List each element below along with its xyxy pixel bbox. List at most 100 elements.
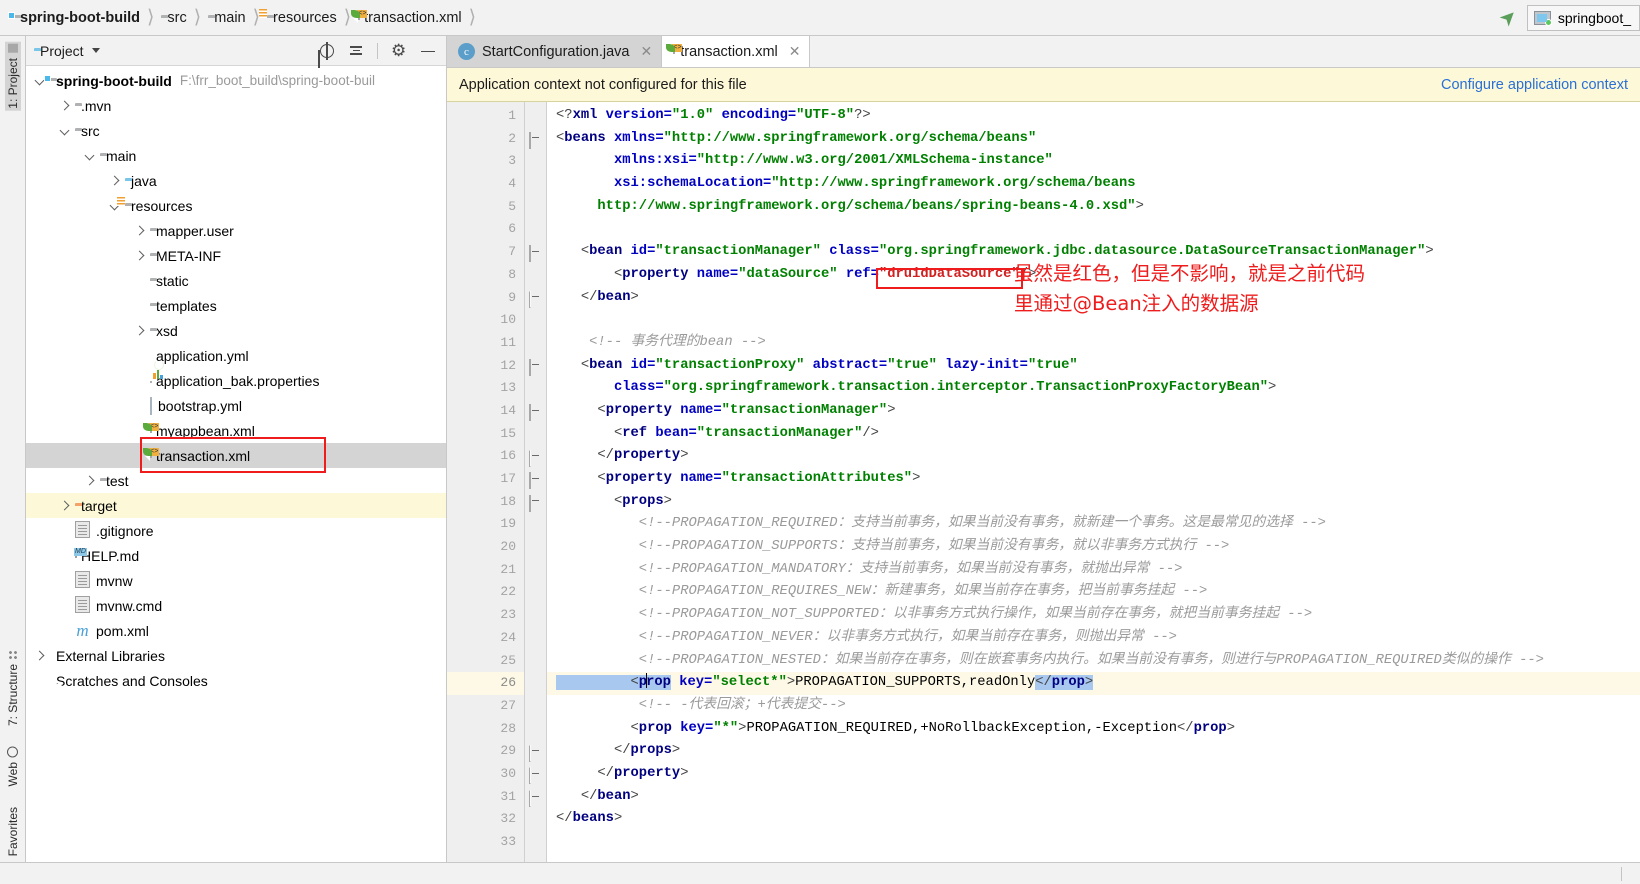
tree-node-scratches-and-consoles[interactable]: Scratches and Consoles [26, 668, 446, 693]
code-line[interactable]: <!--PROPAGATION_REQUIRES_NEW：新建事务，如果当前存在… [547, 581, 1640, 604]
fold-end-marker-icon[interactable] [529, 290, 541, 308]
code-line[interactable]: <!-- -代表回滚；+代表提交--> [547, 695, 1640, 718]
code-line[interactable]: <prop key="*">PROPAGATION_REQUIRED,+NoRo… [547, 718, 1640, 741]
code-line[interactable]: </beans> [547, 808, 1640, 831]
hide-icon[interactable] [420, 43, 436, 59]
code-line[interactable]: <!--PROPAGATION_REQUIRED：支持当前事务，如果当前没有事务… [547, 513, 1640, 536]
fold-toggle-icon[interactable] [529, 358, 541, 376]
code-line[interactable]: <property name="transactionManager"> [547, 400, 1640, 423]
expand-chevron-icon[interactable] [82, 475, 96, 486]
tree-node-transaction-xml[interactable]: <> transaction.xml [26, 443, 446, 468]
sidebar-item-web[interactable]: Web [5, 744, 21, 788]
code-line[interactable]: <!--PROPAGATION_MANDATORY：支持当前事务，如果当前没有事… [547, 559, 1640, 582]
tree-node-target[interactable]: target [26, 493, 446, 518]
expand-chevron-icon[interactable] [57, 500, 71, 511]
intention-bulb-icon[interactable] [528, 677, 543, 692]
tree-node-application-bak-properties[interactable]: application_bak.properties [26, 368, 446, 393]
code-line[interactable]: <ref bean="transactionManager"/> [547, 423, 1640, 446]
tree-node-mvnw[interactable]: mvnw [26, 568, 446, 593]
expand-chevron-icon[interactable] [132, 225, 146, 236]
tree-node-resources[interactable]: resources [26, 193, 446, 218]
line-number-gutter[interactable]: 1 2 3 4 5 6 7 8 9 10 11 12 13 14 15 16 17 18 19 20 21 22 23 24 2… [447, 102, 525, 862]
sidebar-item-structure[interactable]: 7: Structure [5, 648, 21, 728]
tree-node-java[interactable]: java [26, 168, 446, 193]
expand-chevron-icon[interactable] [107, 175, 121, 186]
code-line[interactable]: </property> [547, 763, 1640, 786]
tab-transaction-xml[interactable]: <> transaction.xml ✕ [662, 36, 811, 67]
close-icon[interactable]: ✕ [789, 43, 801, 60]
fold-toggle-icon[interactable] [529, 494, 541, 512]
close-icon[interactable]: ✕ [641, 43, 653, 60]
code-line[interactable]: <beans xmlns="http://www.springframework… [547, 128, 1640, 151]
fold-end-marker-icon[interactable] [529, 744, 541, 762]
code-line[interactable]: <!-- 事务代理的bean --> [547, 332, 1640, 355]
project-tree[interactable]: spring-boot-build F:\frr_boot_build\sprin… [26, 66, 446, 862]
code-line[interactable]: <!--PROPAGATION_SUPPORTS：支持当前事务，如果当前没有事务… [547, 536, 1640, 559]
tree-node-meta-inf[interactable]: META-INF [26, 243, 446, 268]
expand-chevron-icon[interactable] [132, 250, 146, 261]
breadcrumb-item-project[interactable]: spring-boot-build [8, 10, 142, 26]
code-line[interactable] [547, 218, 1640, 241]
code-line[interactable]: <property name="transactionAttributes"> [547, 468, 1640, 491]
locate-target-icon[interactable] [319, 41, 335, 60]
tree-node-templates[interactable]: templates [26, 293, 446, 318]
tree-node-myappbean-xml[interactable]: <> myappbean.xml [26, 418, 446, 443]
tree-node-external-libraries[interactable]: External Libraries [26, 643, 446, 668]
tree-node-static[interactable]: static [26, 268, 446, 293]
tree-node-gitignore[interactable]: .gitignore [26, 518, 446, 543]
collapse-chevron-icon[interactable] [57, 125, 71, 136]
code-line[interactable]: <bean id="transactionProxy" abstract="tr… [547, 355, 1640, 378]
expand-chevron-icon[interactable] [32, 650, 46, 661]
code-line[interactable]: <!--PROPAGATION_NESTED：如果当前存在事务，则在嵌套事务内执… [547, 650, 1640, 673]
code-line[interactable]: class="org.springframework.transaction.i… [547, 377, 1640, 400]
sidebar-item-project[interactable]: 1: Project [4, 42, 21, 111]
tree-node-bootstrap-yml[interactable]: bootstrap.yml [26, 393, 446, 418]
sidebar-item-favorites[interactable]: Favorites [5, 805, 21, 858]
tab-start-configuration-java[interactable]: c StartConfiguration.java ✕ [447, 36, 663, 67]
fold-end-marker-icon[interactable] [529, 767, 541, 785]
code-line[interactable]: <?xml version="1.0" encoding="UTF-8"?> [547, 105, 1640, 128]
chevron-down-icon[interactable] [91, 48, 100, 53]
tree-node-main[interactable]: main [26, 143, 446, 168]
tree-node-xsd[interactable]: xsd [26, 318, 446, 343]
fold-end-marker-icon[interactable] [529, 790, 541, 807]
tree-node-application-yml[interactable]: application.yml [26, 343, 446, 368]
tree-node-src[interactable]: src [26, 118, 446, 143]
breadcrumb-item-src[interactable]: src [157, 10, 188, 26]
code-line[interactable]: <prop key="select*">PROPAGATION_SUPPORTS… [547, 672, 1640, 695]
code-line[interactable]: http://www.springframework.org/schema/be… [547, 196, 1640, 219]
fold-toggle-icon[interactable] [529, 245, 541, 263]
configure-application-context-link[interactable]: Configure application context [1441, 77, 1628, 93]
code-folding-gutter[interactable] [525, 102, 547, 862]
arrow-up-left-icon[interactable]: ➤ [1494, 3, 1524, 33]
tree-node-pom-xml[interactable]: m pom.xml [26, 618, 446, 643]
code-line[interactable]: </property> [547, 445, 1640, 468]
code-line[interactable]: xmlns:xsi="http://www.w3.org/2001/XMLSch… [547, 150, 1640, 173]
code-line[interactable] [547, 831, 1640, 854]
run-configuration-selector[interactable]: springboot_ [1526, 4, 1640, 31]
tree-node-spring-boot-build[interactable]: spring-boot-build F:\frr_boot_build\sprin… [26, 68, 446, 93]
expand-chevron-icon[interactable] [57, 100, 71, 111]
code-line[interactable]: <props> [547, 491, 1640, 514]
code-text-area[interactable]: <?xml version="1.0" encoding="UTF-8"?> <b… [547, 102, 1640, 862]
code-line[interactable]: </bean> [547, 786, 1640, 809]
breadcrumb-item-resources[interactable]: resources [259, 8, 339, 26]
expand-chevron-icon[interactable] [132, 325, 146, 336]
code-line[interactable]: </props> [547, 740, 1640, 763]
collapse-all-icon[interactable] [348, 43, 364, 59]
collapse-chevron-icon[interactable] [82, 150, 96, 161]
tree-node-mvn[interactable]: .mvn [26, 93, 446, 118]
code-line[interactable]: <!--PROPAGATION_NEVER：以非事务方式执行，如果当前存在事务，… [547, 627, 1640, 650]
fold-toggle-icon[interactable] [529, 131, 541, 149]
gear-icon[interactable] [391, 43, 407, 59]
code-line[interactable]: <!--PROPAGATION_NOT_SUPPORTED：以非事务方式执行操作… [547, 604, 1640, 627]
code-line[interactable]: xsi:schemaLocation="http://www.springfra… [547, 173, 1640, 196]
fold-end-marker-icon[interactable] [529, 449, 541, 467]
tree-node-help-md[interactable]: MD HELP.md [26, 543, 446, 568]
tree-node-mapper-user[interactable]: mapper.user [26, 218, 446, 243]
fold-toggle-icon[interactable] [529, 472, 541, 490]
tree-node-mvnw-cmd[interactable]: mvnw.cmd [26, 593, 446, 618]
breadcrumb-item-file[interactable]: <> transaction.xml [351, 9, 464, 26]
breadcrumb-item-main[interactable]: main [204, 10, 247, 26]
fold-toggle-icon[interactable] [529, 404, 541, 422]
